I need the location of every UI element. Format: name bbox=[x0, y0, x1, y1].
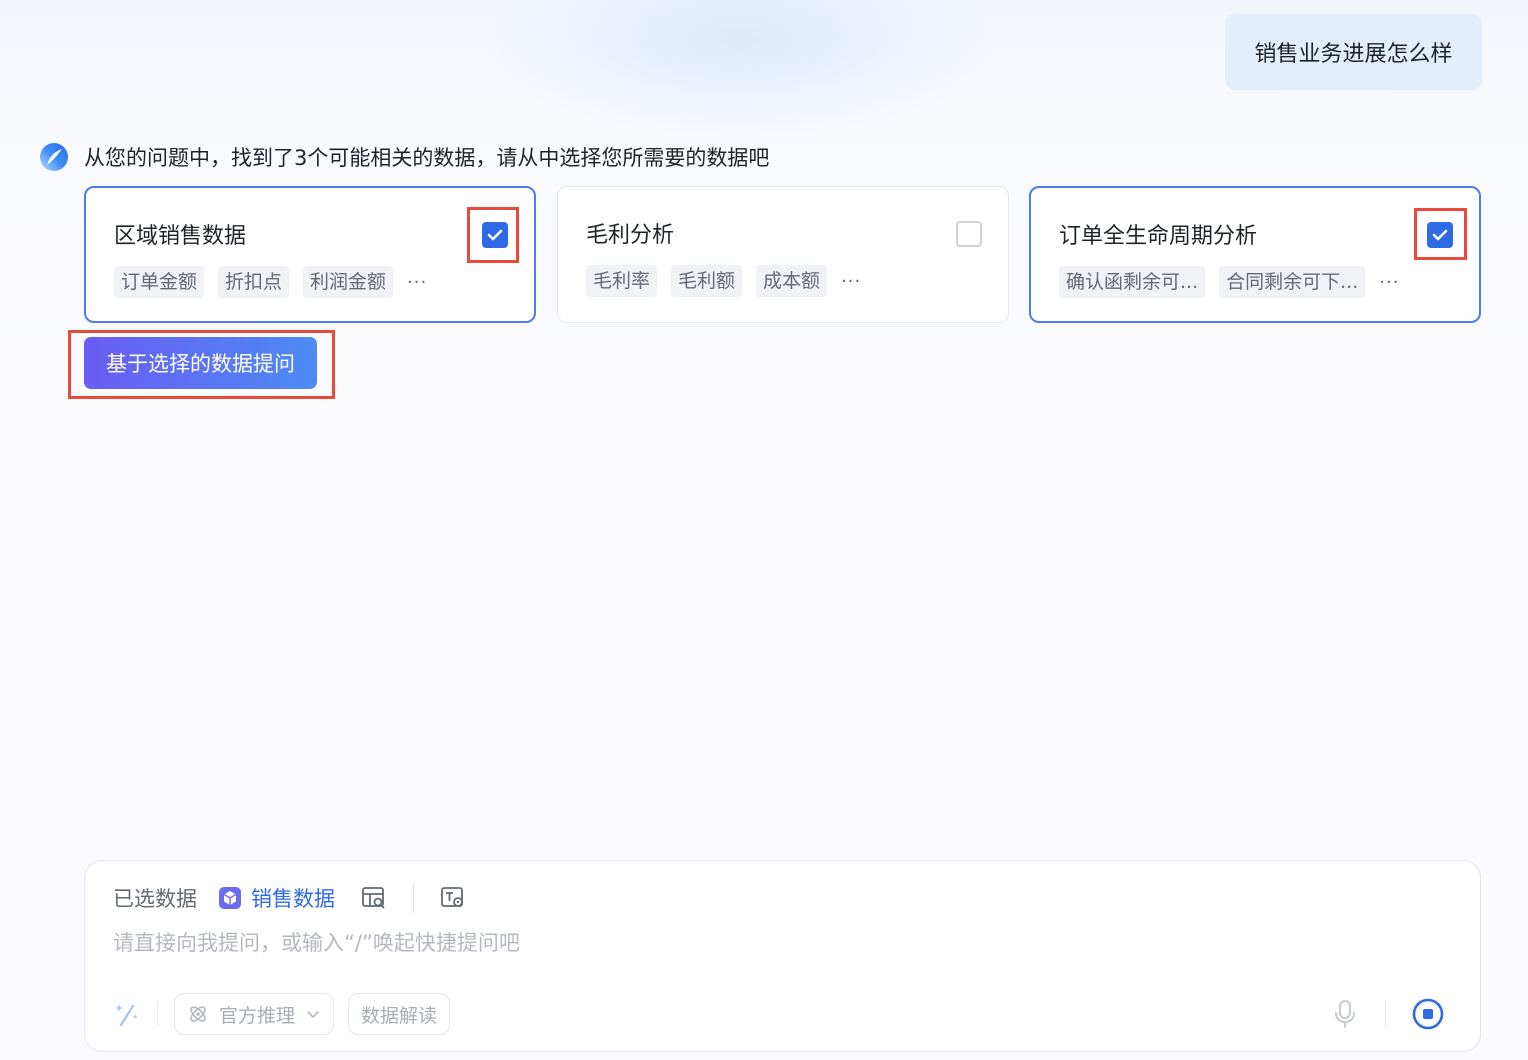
card-tags: 确认函剩余可... 合同剩余可下... ··· bbox=[1059, 266, 1399, 298]
background-glow bbox=[480, 0, 1000, 140]
data-settings-icon[interactable] bbox=[440, 885, 466, 911]
more-fields-icon[interactable]: ··· bbox=[1379, 272, 1399, 293]
input-toolbar: 官方推理 数据解读 bbox=[113, 991, 451, 1037]
card-title: 毛利分析 bbox=[586, 223, 675, 248]
card-tags: 毛利率 毛利额 成本额 ··· bbox=[586, 265, 861, 297]
card-checkbox[interactable] bbox=[956, 221, 982, 247]
selected-data-label: 已选数据 bbox=[113, 887, 197, 911]
selected-dataset-link[interactable]: 销售数据 bbox=[251, 883, 335, 913]
assistant-message: 从您的问题中，找到了3个可能相关的数据，请从中选择您所需要的数据吧 bbox=[38, 140, 769, 174]
microphone-icon[interactable] bbox=[1331, 999, 1359, 1029]
data-interpret-toggle[interactable]: 数据解读 bbox=[348, 993, 451, 1035]
card-title: 区域销售数据 bbox=[114, 224, 247, 249]
more-fields-icon[interactable]: ··· bbox=[841, 271, 861, 292]
data-interpret-label: 数据解读 bbox=[361, 1004, 438, 1027]
field-tag: 毛利额 bbox=[671, 265, 743, 297]
toolbar-divider bbox=[1385, 1001, 1386, 1027]
input-actions bbox=[1331, 994, 1444, 1034]
highlight-box bbox=[1414, 208, 1467, 260]
card-title: 订单全生命周期分析 bbox=[1059, 224, 1258, 249]
toolbar-divider bbox=[413, 883, 414, 913]
data-card-gross-profit[interactable]: 毛利分析 毛利率 毛利额 成本额 ··· bbox=[557, 186, 1009, 323]
table-preview-icon[interactable] bbox=[361, 885, 387, 911]
highlight-box bbox=[68, 330, 335, 399]
chat-input-placeholder[interactable]: 请直接向我提问，或输入“/”唤起快捷提问吧 bbox=[113, 927, 520, 957]
field-tag: 确认函剩余可... bbox=[1059, 266, 1206, 298]
user-message-text: 销售业务进展怎么样 bbox=[1254, 42, 1453, 67]
reasoning-mode-label: 官方推理 bbox=[219, 1004, 296, 1027]
field-tag: 利润金额 bbox=[303, 266, 394, 298]
assistant-logo-icon bbox=[40, 143, 68, 171]
cube-icon bbox=[219, 887, 241, 909]
card-tags: 订单金额 折扣点 利润金额 ··· bbox=[114, 266, 427, 298]
field-tag: 订单金额 bbox=[114, 266, 205, 298]
assistant-message-text: 从您的问题中，找到了3个可能相关的数据，请从中选择您所需要的数据吧 bbox=[84, 146, 770, 170]
field-tag: 成本额 bbox=[756, 265, 828, 297]
highlight-box bbox=[467, 207, 519, 263]
user-message-bubble: 销售业务进展怎么样 bbox=[1225, 14, 1482, 90]
stop-generation-icon[interactable] bbox=[1412, 998, 1444, 1030]
field-tag: 合同剩余可下... bbox=[1219, 266, 1366, 298]
magic-wand-icon[interactable] bbox=[113, 1000, 141, 1028]
more-fields-icon[interactable]: ··· bbox=[407, 272, 427, 293]
reasoning-mode-select[interactable]: 官方推理 bbox=[174, 993, 335, 1035]
selected-data-row: 已选数据 销售数据 bbox=[113, 881, 466, 915]
toolbar-divider bbox=[157, 1002, 158, 1026]
field-tag: 毛利率 bbox=[586, 265, 658, 297]
field-tag: 折扣点 bbox=[218, 266, 290, 298]
chevron-down-icon bbox=[307, 1011, 319, 1018]
atom-icon bbox=[190, 1006, 206, 1022]
chat-input-panel: 已选数据 销售数据 请直接向我提问，或输入“/”唤起快捷提问吧 官方推理 数据解… bbox=[84, 860, 1481, 1052]
